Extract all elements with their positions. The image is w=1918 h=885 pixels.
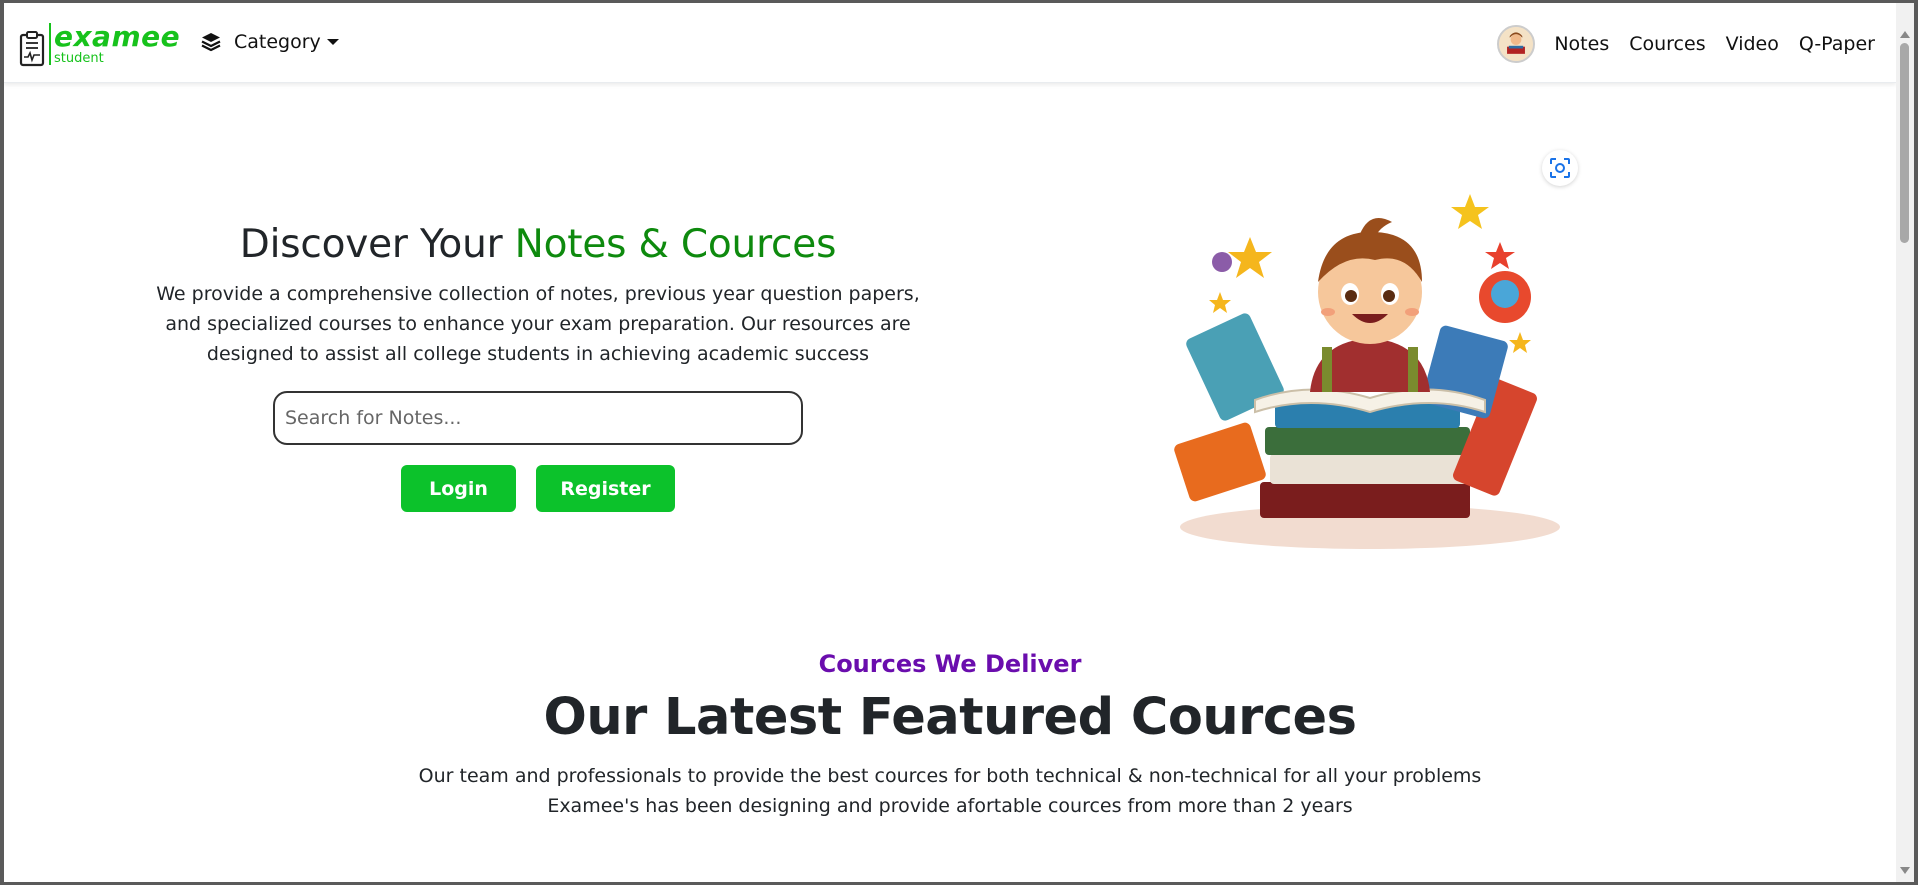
scroll-up-icon[interactable] <box>1900 31 1910 38</box>
visual-search-icon[interactable] <box>1542 150 1578 186</box>
courses-description: Our team and professionals to provide th… <box>4 761 1896 821</box>
category-dropdown[interactable]: Category <box>200 31 339 53</box>
search-input[interactable] <box>273 391 803 445</box>
nav-link-q-paper[interactable]: Q-Paper <box>1799 33 1875 55</box>
hero-illustration <box>1174 194 1560 549</box>
register-button[interactable]: Register <box>536 465 675 512</box>
featured-courses-section: Cources We Deliver Our Latest Featured C… <box>4 650 1896 821</box>
layers-icon <box>201 33 221 52</box>
hero-buttons: Login Register <box>130 465 946 512</box>
scan-icon <box>1550 158 1570 178</box>
nav-link-video[interactable]: Video <box>1726 33 1779 55</box>
avatar[interactable] <box>1497 25 1536 63</box>
courses-title: Our Latest Featured Cources <box>543 688 1357 747</box>
brand-logo[interactable]: examee student <box>18 23 180 71</box>
brand-subtitle: student <box>54 51 104 66</box>
scroll-down-icon[interactable] <box>1900 867 1910 874</box>
brand-text: examee student <box>49 23 180 65</box>
category-label: Category <box>234 31 321 53</box>
nav-link-notes[interactable]: Notes <box>1554 33 1609 55</box>
courses-desc-line1: Our team and professionals to provide th… <box>418 765 1482 787</box>
hero-title: Discover Your Notes & Cources <box>130 222 946 267</box>
chevron-down-icon <box>326 39 339 45</box>
login-button[interactable]: Login <box>401 465 516 512</box>
avatar-image <box>1499 27 1534 61</box>
courses-kicker: Cources We Deliver <box>818 650 1082 678</box>
courses-desc-line2: Examee's has been designing and provide … <box>547 795 1353 817</box>
hero-section: Discover Your Notes & Cources We provide… <box>130 222 946 512</box>
hero-title-plain: Discover Your <box>239 222 515 267</box>
vertical-scrollbar[interactable] <box>1896 3 1914 882</box>
scrollbar-thumb[interactable] <box>1900 43 1909 243</box>
hero-description: We provide a comprehensive collection of… <box>156 283 920 365</box>
navbar: examee student Category Notes Cources Vi… <box>4 3 1896 83</box>
hero-title-accent: Notes & Cources <box>514 222 837 267</box>
brand-name: examee <box>54 20 181 53</box>
nav-link-cources[interactable]: Cources <box>1629 33 1705 55</box>
nav-right: Notes Cources Video Q-Paper <box>1497 25 1875 63</box>
clipboard-icon <box>19 31 45 67</box>
